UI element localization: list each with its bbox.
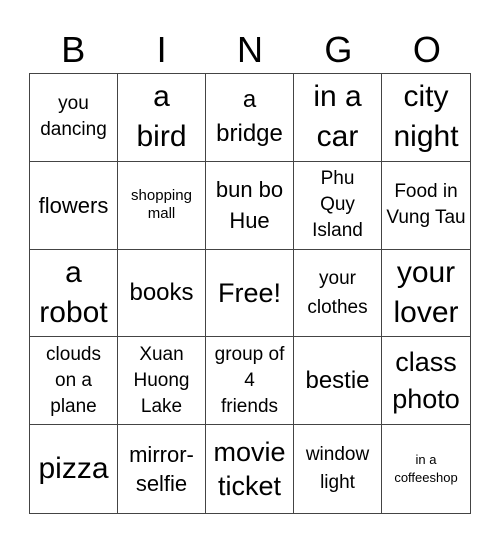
- cell-text: bestie: [305, 366, 370, 394]
- cell-text: you dancing: [40, 93, 107, 141]
- bingo-cell[interactable]: a bridge: [206, 74, 294, 162]
- bingo-cell[interactable]: class photo: [382, 337, 470, 426]
- bingo-grid: you dancing a bird a bridge in a car cit…: [29, 73, 471, 514]
- cell-text: in a car: [313, 80, 362, 154]
- header-letter-n: N: [237, 29, 264, 70]
- cell-text: shopping mall: [131, 187, 192, 223]
- cell-text: window light: [305, 444, 370, 494]
- header-letter-g: G: [324, 29, 353, 70]
- cell-text: a bird: [136, 80, 187, 154]
- bingo-cell[interactable]: shopping mall: [118, 161, 206, 250]
- bingo-cell[interactable]: bestie: [294, 337, 382, 426]
- bingo-cell[interactable]: movie ticket: [206, 425, 294, 513]
- bingo-cell[interactable]: Food in Vung Tau: [382, 162, 470, 250]
- cell-text: in a coffeeshop: [394, 452, 458, 486]
- cell-text: clouds on a plane: [46, 343, 101, 417]
- header-letter-i: I: [156, 29, 167, 70]
- header-letter-o: O: [412, 29, 441, 70]
- cell-text: bun bo Hue: [215, 177, 284, 234]
- bingo-cell[interactable]: group of 4 friends: [206, 337, 294, 426]
- cell-text: your lover: [393, 255, 459, 329]
- bingo-cell[interactable]: in a coffeeshop: [382, 425, 470, 513]
- cell-text: mirror-selfie: [129, 442, 194, 497]
- bingo-cell[interactable]: you dancing: [30, 74, 118, 162]
- bingo-header: B I N G O: [29, 28, 471, 72]
- cell-text: books: [129, 278, 194, 306]
- cell-text: city night: [393, 80, 459, 154]
- header-letter-b: B: [61, 29, 86, 70]
- bingo-cell[interactable]: in a car: [294, 74, 382, 162]
- bingo-cell[interactable]: books: [118, 249, 206, 338]
- cell-text: flowers: [38, 192, 109, 218]
- bingo-cell[interactable]: your lover: [382, 250, 470, 338]
- cell-text: Xuan Huong Lake: [133, 343, 190, 417]
- bingo-cell[interactable]: a bird: [118, 74, 206, 162]
- cell-text: movie ticket: [213, 437, 286, 502]
- cell-text: group of 4 friends: [214, 343, 285, 417]
- bingo-cell[interactable]: Xuan Huong Lake: [118, 337, 206, 426]
- bingo-cell[interactable]: bun bo Hue: [206, 161, 294, 250]
- cell-text: pizza: [38, 452, 109, 486]
- cell-text: Phu Quy Island: [312, 168, 363, 242]
- cell-text: a bridge: [216, 86, 283, 148]
- bingo-cell[interactable]: city night: [382, 74, 470, 162]
- cell-text: Food in Vung Tau: [386, 181, 466, 229]
- bingo-cell[interactable]: pizza: [30, 425, 118, 513]
- free-space: Free!: [217, 277, 282, 308]
- bingo-cell[interactable]: a robot: [30, 249, 118, 338]
- bingo-cell[interactable]: your clothes: [294, 249, 382, 338]
- bingo-cell[interactable]: clouds on a plane: [30, 337, 118, 426]
- bingo-cell[interactable]: Phu Quy Island: [294, 161, 382, 250]
- bingo-cell[interactable]: window light: [294, 425, 382, 513]
- cell-text: class photo: [392, 346, 460, 414]
- cell-text: a robot: [39, 255, 108, 329]
- bingo-cell[interactable]: flowers: [30, 161, 118, 250]
- bingo-cell[interactable]: mirror-selfie: [118, 425, 206, 513]
- bingo-cell[interactable]: Free!: [206, 249, 294, 338]
- cell-text: your clothes: [307, 267, 368, 318]
